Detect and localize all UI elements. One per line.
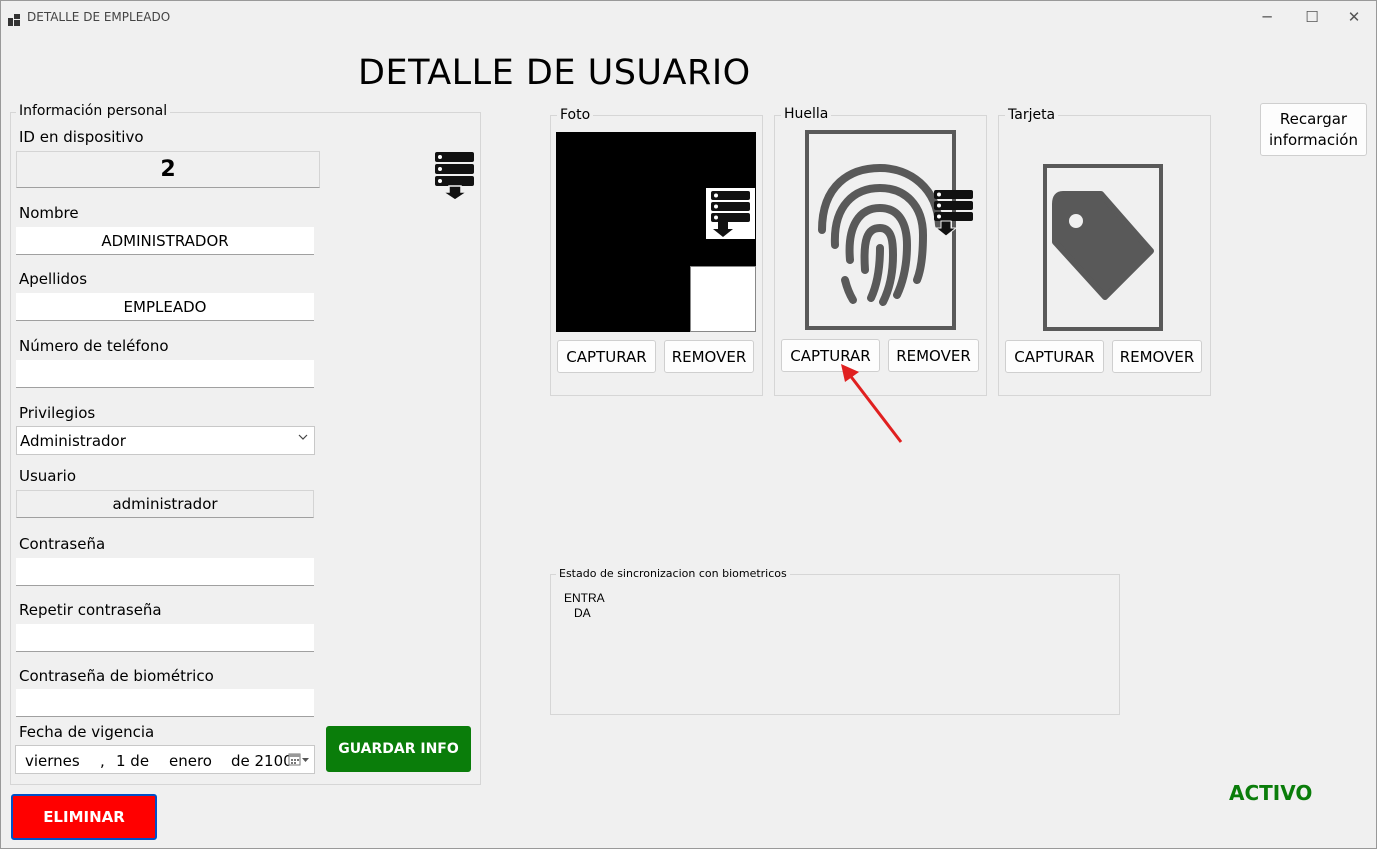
maximize-button[interactable]: ☐ xyxy=(1289,0,1335,34)
lastname-label: Apellidos xyxy=(19,270,88,288)
expiry-label: Fecha de vigencia xyxy=(19,723,155,741)
photo-remove-button[interactable]: REMOVER xyxy=(664,340,754,373)
user-label: Usuario xyxy=(19,467,77,485)
status-label: ACTIVO xyxy=(1229,781,1313,805)
bio-password-label: Contraseña de biométrico xyxy=(19,667,214,685)
expiry-date-picker[interactable]: viernes , 1 de enero de 2100 xyxy=(15,745,315,774)
password-field[interactable] xyxy=(16,558,314,586)
card-group-label: Tarjeta xyxy=(1005,107,1059,123)
calendar-icon[interactable] xyxy=(288,753,310,771)
fingerprint-group-label: Huella xyxy=(781,106,832,122)
phone-field[interactable] xyxy=(16,360,314,388)
window-title: DETALLE DE EMPLEADO xyxy=(27,10,171,24)
device-id-field[interactable]: 2 xyxy=(16,151,320,188)
app-icon xyxy=(8,11,20,26)
expiry-weekday[interactable]: viernes xyxy=(25,752,80,770)
device-id-label: ID en dispositivo xyxy=(19,128,144,146)
title-bar xyxy=(0,0,1377,34)
reload-info-button[interactable]: Recargar información xyxy=(1260,103,1367,156)
save-info-button[interactable]: GUARDAR INFO xyxy=(326,726,471,772)
expiry-separator: , xyxy=(100,752,105,770)
card-preview xyxy=(1043,164,1164,332)
personal-info-group-label: Información personal xyxy=(16,103,171,119)
photo-capture-button[interactable]: CAPTURAR xyxy=(557,340,656,373)
fingerprint-download-button[interactable] xyxy=(933,189,974,239)
photo-thumbnail xyxy=(690,266,756,332)
chevron-down-icon xyxy=(298,432,308,445)
photo-download-button[interactable] xyxy=(706,188,755,239)
privileges-select[interactable]: Administrador xyxy=(16,426,315,455)
privileges-select-value: Administrador xyxy=(20,431,126,450)
repeat-password-field[interactable] xyxy=(16,624,314,652)
repeat-password-label: Repetir contraseña xyxy=(19,601,162,619)
delete-button[interactable]: ELIMINAR xyxy=(11,794,157,840)
phone-label: Número de teléfono xyxy=(19,337,169,355)
annotation-arrow xyxy=(841,364,903,443)
tag-icon xyxy=(1043,164,1163,331)
name-field[interactable]: ADMINISTRADOR xyxy=(16,227,314,255)
password-label: Contraseña xyxy=(19,535,106,553)
download-server-icon[interactable] xyxy=(435,152,475,201)
close-button[interactable]: ✕ xyxy=(1331,0,1377,34)
download-server-icon xyxy=(934,190,973,237)
card-capture-button[interactable]: CAPTURAR xyxy=(1005,340,1104,373)
minimize-button[interactable]: ─ xyxy=(1244,0,1290,34)
sync-status-label: Estado de sincronizacion con biometricos xyxy=(556,567,790,580)
card-remove-button[interactable]: REMOVER xyxy=(1112,340,1202,373)
name-label: Nombre xyxy=(19,204,79,222)
bio-password-field[interactable] xyxy=(16,689,314,717)
privileges-label: Privilegios xyxy=(19,404,96,422)
expiry-day[interactable]: 1 de xyxy=(116,752,149,770)
download-server-icon xyxy=(711,191,750,237)
expiry-month[interactable]: enero xyxy=(169,752,212,770)
page-title: DETALLE DE USUARIO xyxy=(358,53,751,93)
user-field[interactable]: administrador xyxy=(16,490,314,518)
lastname-field[interactable]: EMPLEADO xyxy=(16,293,314,321)
sync-status-text: ENTRA DA xyxy=(564,591,605,620)
expiry-year[interactable]: de 2100 xyxy=(231,752,293,770)
sync-status-group xyxy=(550,574,1120,715)
photo-preview xyxy=(556,132,756,332)
fingerprint-preview xyxy=(805,130,973,331)
photo-group-label: Foto xyxy=(557,107,594,123)
